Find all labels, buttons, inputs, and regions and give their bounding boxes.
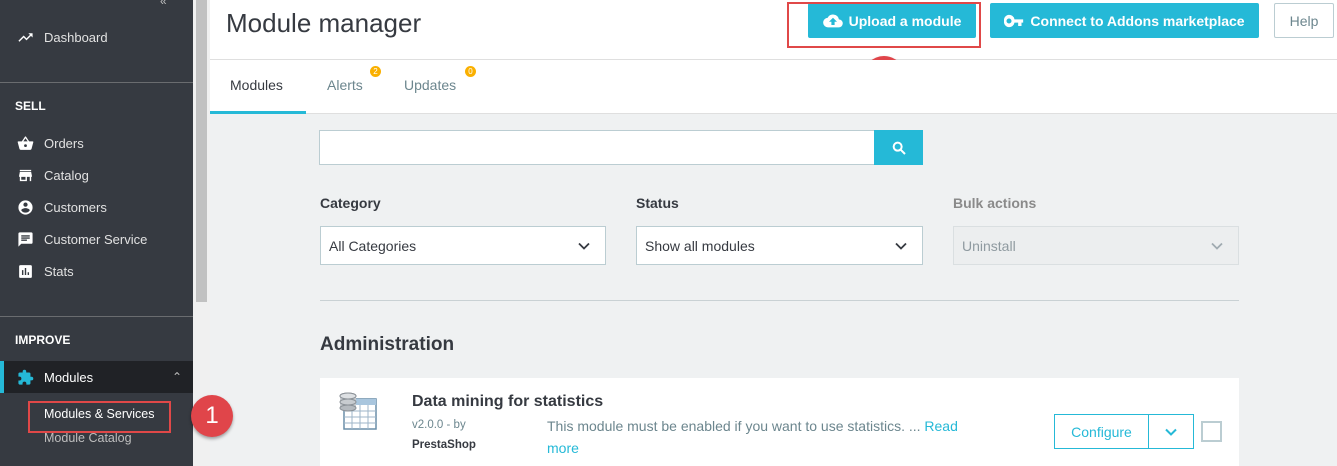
- sidebar-divider: [0, 82, 193, 83]
- read-more-link[interactable]: Read: [924, 418, 957, 434]
- alerts-count-badge: 2: [370, 66, 381, 77]
- basket-icon: [15, 135, 35, 152]
- sidebar-item-stats[interactable]: Stats: [0, 257, 193, 285]
- status-select[interactable]: Show all modules: [636, 226, 923, 265]
- bulk-actions-select[interactable]: Uninstall: [953, 226, 1239, 265]
- tab-updates[interactable]: Updates: [404, 77, 456, 93]
- puzzle-icon: [15, 369, 35, 386]
- search-button[interactable]: [874, 130, 923, 165]
- sidebar-item-label: Catalog: [44, 167, 89, 183]
- chat-icon: [15, 231, 35, 248]
- stats-icon: [15, 263, 35, 280]
- module-description-text: This module must be enabled if you want …: [547, 418, 921, 434]
- category-label: Category: [320, 195, 381, 211]
- sidebar-item-label: Customer Service: [44, 231, 148, 247]
- category-select-value: All Categories: [329, 237, 417, 254]
- sidebar-item-label: Modules: [44, 369, 94, 385]
- sidebar-item-label: Customers: [44, 199, 107, 215]
- sidebar-divider: [0, 316, 193, 317]
- status-label: Status: [636, 195, 679, 211]
- database-table-icon: [339, 392, 377, 430]
- sidebar-item-label: Dashboard: [44, 29, 108, 45]
- sidebar-item-label: Orders: [44, 135, 84, 151]
- active-tab-indicator: [210, 111, 306, 114]
- bulk-actions-label: Bulk actions: [953, 195, 1037, 211]
- sidebar-scrollbar-thumb[interactable]: [196, 0, 207, 302]
- updates-count-badge: 0: [465, 66, 476, 77]
- sidebar-item-customers[interactable]: Customers: [0, 193, 193, 221]
- addons-button-label: Connect to Addons marketplace: [1030, 12, 1245, 29]
- chevron-down-icon: [1211, 242, 1223, 250]
- sidebar-item-catalog[interactable]: Catalog: [0, 161, 193, 189]
- module-description: This module must be enabled if you want …: [547, 415, 987, 459]
- module-author: PrestaShop: [412, 439, 476, 451]
- bulk-actions-value: Uninstall: [962, 237, 1016, 254]
- module-name: Data mining for statistics: [412, 393, 604, 410]
- collapse-chevron-icon[interactable]: «: [160, 0, 167, 8]
- category-select[interactable]: All Categories: [320, 226, 606, 265]
- connect-addons-button[interactable]: Connect to Addons marketplace: [990, 3, 1259, 38]
- sidebar-item-modules[interactable]: Modules ⌃: [0, 363, 193, 391]
- sidebar-item-orders[interactable]: Orders: [0, 129, 193, 157]
- chevron-down-icon: [578, 242, 590, 250]
- store-icon: [15, 167, 35, 184]
- divider: [320, 300, 1239, 301]
- tab-modules[interactable]: Modules: [230, 77, 283, 93]
- tab-alerts[interactable]: Alerts: [327, 77, 363, 93]
- account-circle-icon: [15, 199, 35, 216]
- sidebar-item-dashboard[interactable]: Dashboard: [0, 23, 193, 51]
- trending-up-icon: [15, 29, 35, 46]
- callout-highlight-box: [28, 401, 171, 433]
- chevron-down-icon: [1165, 428, 1177, 436]
- chevron-up-icon: ⌃: [172, 370, 183, 384]
- sidebar-item-label: Stats: [44, 263, 74, 279]
- callout-highlight-box: [787, 2, 981, 48]
- configure-button[interactable]: Configure: [1054, 414, 1149, 449]
- status-select-value: Show all modules: [645, 237, 755, 254]
- sidebar-section-sell: SELL: [15, 99, 46, 113]
- configure-dropdown-toggle[interactable]: [1148, 414, 1194, 449]
- sidebar-subitem-module-catalog[interactable]: Module Catalog: [44, 431, 132, 445]
- key-icon: [1004, 14, 1024, 27]
- callout-badge-1: 1: [191, 395, 233, 437]
- section-title: Administration: [320, 334, 455, 355]
- chevron-down-icon: [895, 242, 907, 250]
- module-version: v2.0.0 - by: [412, 419, 466, 431]
- page-title: Module manager: [226, 8, 422, 38]
- sidebar-item-customer-service[interactable]: Customer Service: [0, 225, 193, 253]
- module-select-checkbox[interactable]: [1201, 421, 1222, 442]
- read-more-link-cont[interactable]: more: [547, 440, 579, 456]
- search-input[interactable]: [319, 130, 875, 165]
- help-button[interactable]: Help: [1274, 3, 1334, 38]
- sidebar-section-improve: IMPROVE: [15, 333, 71, 347]
- search-icon: [892, 141, 906, 155]
